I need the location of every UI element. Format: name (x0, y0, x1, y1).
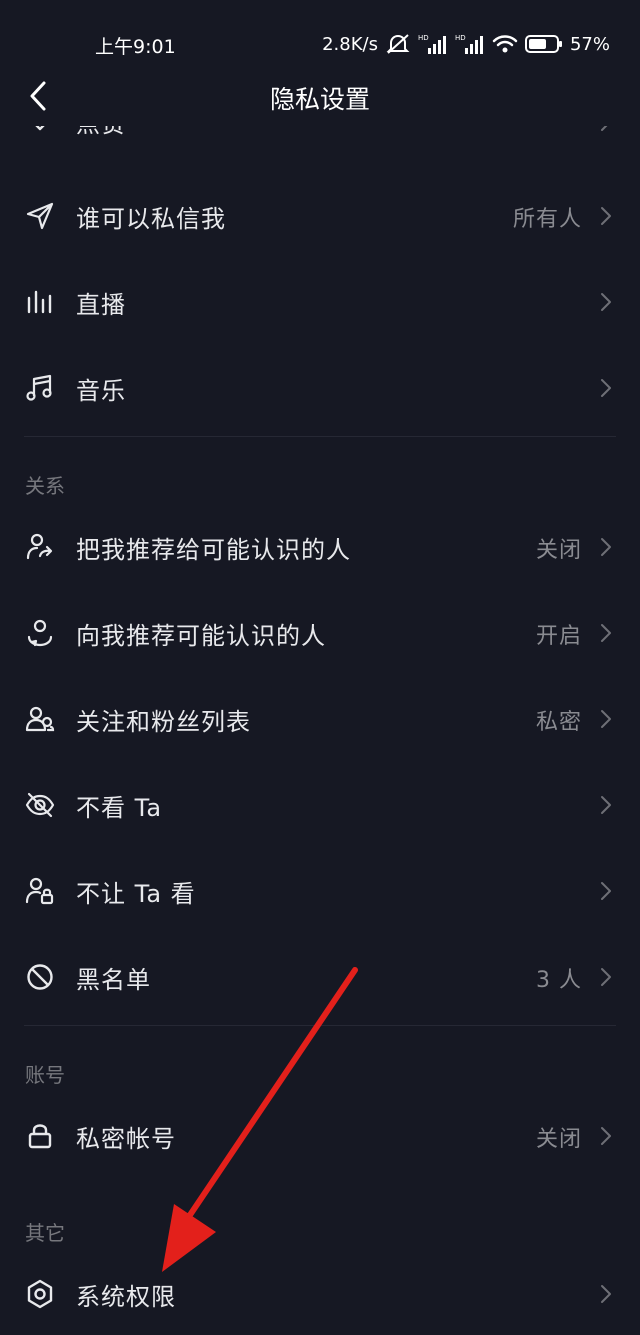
row-follow-fans-list-label: 关注和粉丝列表 (76, 708, 251, 736)
music-note-icon (26, 374, 52, 401)
chevron-right-icon (601, 1285, 611, 1303)
row-music-label: 音乐 (76, 377, 126, 405)
user-location-icon (27, 619, 53, 647)
row-recommend-to-me-label: 向我推荐可能认识的人 (76, 622, 326, 650)
privacy-settings-screen: 点赞 谁可以私信我 所有人 直播 音乐 关系 把我推荐给可能认识的人 关闭 向我… (0, 0, 640, 1335)
row-live-label: 直播 (76, 291, 126, 319)
row-follow-fans-list-value: 私密 (535, 710, 582, 735)
page-title: 隐私设置 (269, 85, 370, 114)
row-recommend-to-me[interactable]: 向我推荐可能认识的人 开启 (0, 589, 640, 675)
lock-icon (28, 1124, 52, 1149)
row-music[interactable]: 音乐 (0, 344, 640, 430)
eye-off-icon (25, 792, 55, 818)
row-live[interactable]: 直播 (0, 258, 640, 344)
hexagon-settings-icon (27, 1279, 53, 1309)
row-private-account-value: 关闭 (535, 1127, 582, 1152)
battery-icon (524, 35, 562, 53)
row-dont-let-watch[interactable]: 不让 Ta 看 (0, 847, 640, 933)
paper-plane-icon (26, 202, 54, 230)
row-system-permissions-label: 系统权限 (76, 1283, 176, 1311)
signal-hd-icon: HD (418, 34, 446, 54)
row-recommend-me[interactable]: 把我推荐给可能认识的人 关闭 (0, 503, 640, 589)
svg-text:HD: HD (418, 34, 429, 42)
row-blacklist[interactable]: 黑名单 3 人 (0, 933, 640, 1019)
row-who-can-message-label: 谁可以私信我 (76, 205, 226, 233)
chevron-right-icon (601, 624, 611, 642)
row-dont-watch[interactable]: 不看 Ta (0, 761, 640, 847)
row-dont-watch-label: 不看 Ta (76, 794, 163, 822)
row-who-can-message-value: 所有人 (512, 207, 582, 232)
row-system-permissions[interactable]: 系统权限 (0, 1250, 640, 1335)
divider (24, 1025, 616, 1026)
row-blacklist-label: 黑名单 (76, 966, 151, 994)
mute-bell-icon (386, 34, 410, 54)
block-icon (27, 964, 53, 990)
chevron-right-icon (601, 710, 611, 728)
svg-text:HD: HD (455, 34, 466, 42)
row-follow-fans-list[interactable]: 关注和粉丝列表 私密 (0, 675, 640, 761)
users-icon (25, 706, 55, 732)
section-header-relations: 关系 (25, 474, 65, 498)
status-time: 上午9:01 (95, 36, 176, 58)
divider (24, 436, 616, 437)
chevron-right-icon (601, 882, 611, 900)
navigation-bar: 隐私设置 (0, 68, 640, 126)
user-lock-icon (25, 877, 54, 905)
row-recommend-me-value: 关闭 (535, 538, 582, 563)
status-icons: 2.8K/s HD HD 57% (322, 31, 610, 57)
network-speed: 2.8K/s (322, 33, 378, 55)
row-recommend-to-me-value: 开启 (535, 624, 582, 649)
row-blacklist-value: 3 人 (536, 968, 582, 993)
chevron-right-icon (601, 293, 611, 311)
signal-hd-icon: HD (455, 34, 483, 54)
live-bars-icon (27, 290, 52, 314)
battery-percent: 57% (569, 33, 610, 55)
chevron-right-icon (601, 207, 611, 225)
row-who-can-message[interactable]: 谁可以私信我 所有人 (0, 172, 640, 258)
user-share-icon (26, 533, 53, 560)
section-header-other: 其它 (25, 1221, 65, 1245)
row-dont-let-watch-label: 不让 Ta 看 (76, 880, 196, 908)
section-header-account: 账号 (25, 1063, 65, 1087)
chevron-right-icon (601, 1127, 611, 1145)
wifi-icon (492, 35, 518, 53)
row-private-account-label: 私密帐号 (76, 1125, 176, 1153)
row-recommend-me-label: 把我推荐给可能认识的人 (76, 536, 351, 564)
chevron-right-icon (601, 379, 611, 397)
chevron-right-icon (601, 538, 611, 556)
chevron-right-icon (601, 968, 611, 986)
chevron-right-icon (601, 796, 611, 814)
settings-list: 点赞 谁可以私信我 所有人 直播 音乐 关系 把我推荐给可能认识的人 关闭 向我… (0, 0, 640, 1335)
row-private-account[interactable]: 私密帐号 关闭 (0, 1092, 640, 1178)
